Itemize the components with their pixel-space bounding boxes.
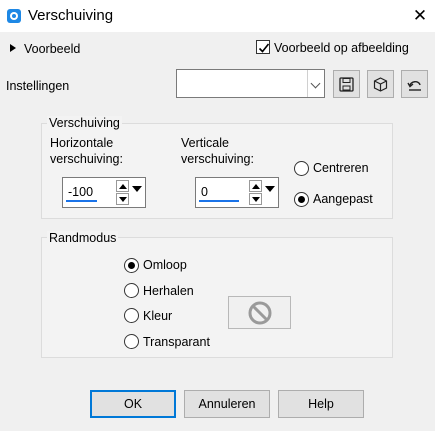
save-icon <box>339 76 354 92</box>
save-preset-button[interactable] <box>333 70 360 98</box>
increment-icon[interactable] <box>116 180 129 192</box>
cancel-button[interactable]: Annuleren <box>184 390 270 418</box>
preview-toggle-label[interactable]: Voorbeeld <box>24 42 80 56</box>
increment-icon[interactable] <box>249 180 262 192</box>
value-underline <box>199 200 239 202</box>
chevron-down-icon[interactable] <box>307 70 324 97</box>
dropdown-arrow-icon[interactable] <box>130 180 143 205</box>
randomize-button[interactable] <box>367 70 394 98</box>
dropdown-arrow-icon[interactable] <box>263 180 276 205</box>
edge-mode-group-title: Randmodus <box>47 231 119 245</box>
radio-kleur[interactable] <box>124 308 139 323</box>
radio-omloop[interactable] <box>124 258 139 273</box>
radio-transparant-label[interactable]: Transparant <box>143 335 210 349</box>
vertical-offset-value[interactable]: 0 <box>201 185 208 199</box>
radio-transparant[interactable] <box>124 334 139 349</box>
vertical-label-line1: Verticale <box>181 136 229 150</box>
preset-combobox[interactable] <box>176 69 325 98</box>
reset-icon <box>406 80 421 91</box>
checkmark-icon <box>258 43 270 53</box>
radio-aangepast[interactable] <box>294 192 309 207</box>
horizontal-offset-stepper[interactable]: -100 <box>62 177 146 208</box>
horizontal-label-line1: Horizontale <box>50 136 114 150</box>
settings-label: Instellingen <box>6 79 70 93</box>
ok-button[interactable]: OK <box>90 390 176 418</box>
horizontal-offset-value[interactable]: -100 <box>68 185 93 199</box>
reset-button[interactable] <box>401 70 428 98</box>
window-title: Verschuiving <box>28 7 114 24</box>
radio-aangepast-label[interactable]: Aangepast <box>313 192 373 206</box>
decrement-icon[interactable] <box>249 193 262 205</box>
vertical-label-line2: verschuiving: <box>181 152 254 166</box>
radio-centreren-label[interactable]: Centreren <box>313 161 369 175</box>
value-underline <box>66 200 97 202</box>
preview-on-image-label[interactable]: Voorbeeld op afbeelding <box>274 41 409 55</box>
color-swatch[interactable] <box>228 296 291 329</box>
offset-group-title: Verschuiving <box>47 116 122 130</box>
radio-herhalen-label[interactable]: Herhalen <box>143 284 194 298</box>
radio-kleur-label[interactable]: Kleur <box>143 309 172 323</box>
radio-centreren[interactable] <box>294 161 309 176</box>
vertical-offset-stepper[interactable]: 0 <box>195 177 279 208</box>
preview-on-image-checkbox[interactable] <box>256 40 270 54</box>
edge-mode-group <box>41 237 393 358</box>
app-icon <box>7 9 21 23</box>
radio-omloop-label[interactable]: Omloop <box>143 258 187 272</box>
horizontal-label-line2: verschuiving: <box>50 152 123 166</box>
disabled-icon <box>248 301 271 324</box>
close-icon[interactable]: ✕ <box>409 5 431 27</box>
expand-arrow-icon[interactable] <box>10 44 16 52</box>
cube-icon <box>373 76 388 92</box>
radio-herhalen[interactable] <box>124 283 139 298</box>
decrement-icon[interactable] <box>116 193 129 205</box>
help-button[interactable]: Help <box>278 390 364 418</box>
